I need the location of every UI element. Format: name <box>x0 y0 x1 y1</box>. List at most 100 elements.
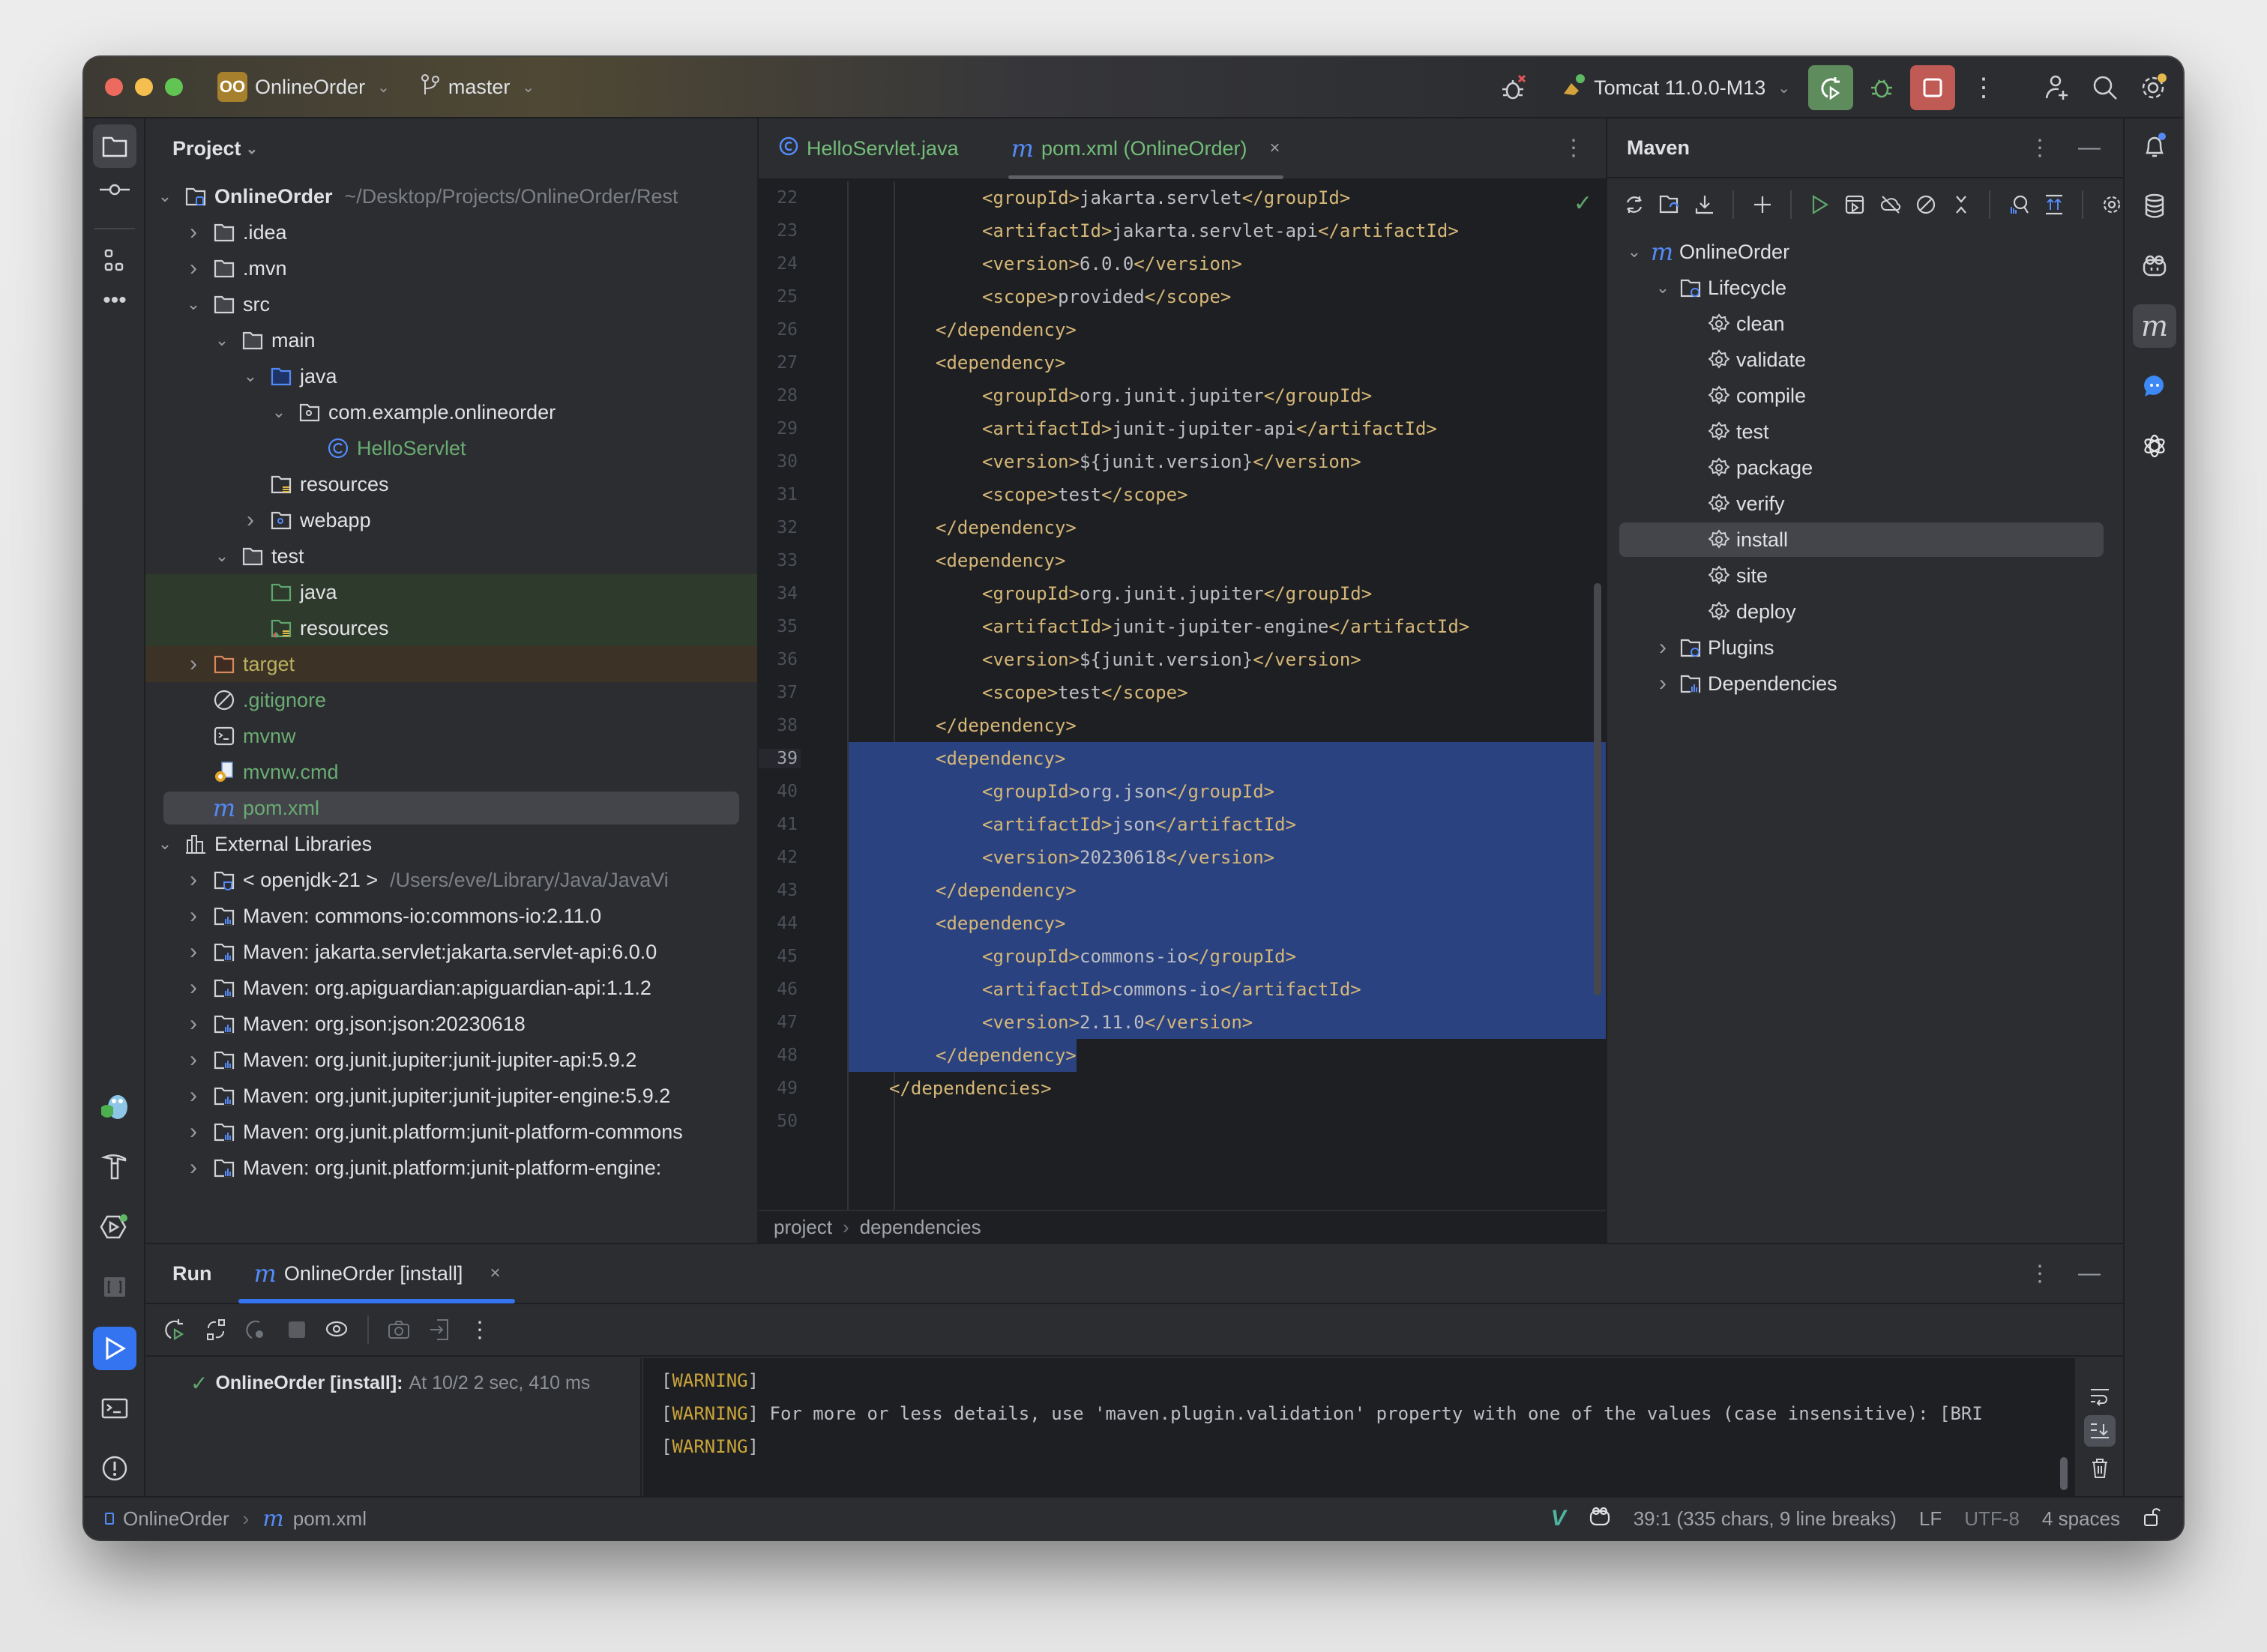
run-options-button[interactable]: ⋮ <box>2029 1261 2051 1287</box>
code-line[interactable]: 28 <groupId>org.junit.jupiter</groupId> <box>759 379 1606 412</box>
code-line[interactable]: 48 </dependency> <box>759 1039 1606 1072</box>
maven-goal-verify[interactable]: verify <box>1607 486 2123 522</box>
chevron-right-icon[interactable]: › <box>184 903 202 929</box>
project-tool-button[interactable] <box>93 124 136 168</box>
code-line[interactable]: 40 <groupId>org.json</groupId> <box>759 775 1606 808</box>
maven-goal-site[interactable]: site <box>1607 558 2123 594</box>
chevron-right-icon[interactable]: › <box>1654 671 1672 696</box>
code-line[interactable]: 29 <artifactId>junit-jupiter-api</artifac… <box>759 412 1606 445</box>
chevron-right-icon[interactable]: › <box>241 507 259 533</box>
code-line[interactable]: 47 <version>2.11.0</version> <box>759 1006 1606 1039</box>
project-tree-item[interactable]: resources <box>145 466 757 502</box>
code-line[interactable]: 31 <scope>test</scope> <box>759 478 1606 511</box>
project-tree-item[interactable]: › target <box>145 646 757 682</box>
zoom-window-button[interactable] <box>165 78 183 96</box>
close-tab-icon[interactable]: × <box>490 1263 500 1284</box>
chevron-right-icon[interactable]: › <box>184 975 202 1001</box>
code-line[interactable]: 39 <dependency> <box>759 742 1606 775</box>
unlock-icon[interactable] <box>2143 1505 2161 1533</box>
code-line[interactable]: 45 <groupId>commons-io</groupId> <box>759 940 1606 973</box>
chevron-right-icon[interactable]: › <box>184 1047 202 1073</box>
rerun-button[interactable] <box>1808 65 1853 110</box>
eye-icon[interactable] <box>322 1315 352 1345</box>
maven-goal-compile[interactable]: compile <box>1607 378 2123 414</box>
file-encoding[interactable]: UTF-8 <box>1964 1507 2020 1531</box>
project-tree-item[interactable]: › Maven: jakarta.servlet:jakarta.servlet-… <box>145 934 757 970</box>
settings-button[interactable] <box>2134 68 2173 107</box>
rerun-icon[interactable] <box>160 1315 190 1345</box>
project-tree-item[interactable]: HelloServlet <box>145 430 757 466</box>
maven-goal-validate[interactable]: validate <box>1607 342 2123 378</box>
project-tree-item[interactable]: ⌄ com.example.onlineorder <box>145 394 757 430</box>
project-tree-item[interactable]: mvnw <box>145 718 757 754</box>
stop-button[interactable] <box>1910 65 1955 110</box>
maven-tree-item[interactable]: ⌄ Lifecycle <box>1607 270 2123 306</box>
project-tree-item[interactable]: › .mvn <box>145 250 757 286</box>
tab-helloservlet[interactable]: HelloServlet.java <box>759 118 978 179</box>
code-line[interactable]: 37 <scope>test</scope> <box>759 676 1606 709</box>
build-tool-button[interactable] <box>93 1145 136 1189</box>
more-tools-button[interactable]: ••• <box>93 279 136 322</box>
breadcrumb-project[interactable]: project <box>774 1216 832 1239</box>
project-tree-item[interactable]: ⌄ test <box>145 538 757 574</box>
project-switcher[interactable]: OO OnlineOrder ⌄ <box>217 72 390 102</box>
code-line[interactable]: 27 <dependency> <box>759 346 1606 379</box>
indent-setting[interactable]: 4 spaces <box>2042 1507 2120 1531</box>
maven-options-button[interactable]: ⋮ <box>2029 135 2051 161</box>
code-line[interactable]: 30 <version>${junit.version}</version> <box>759 445 1606 478</box>
services-tool-button[interactable] <box>93 1205 136 1249</box>
download-icon[interactable] <box>1693 190 1716 219</box>
minimize-window-button[interactable] <box>135 78 153 96</box>
project-tree-item[interactable]: m pom.xml <box>145 790 757 826</box>
editor-scrollbar[interactable] <box>1594 583 1601 995</box>
more-icon[interactable]: ⋮ <box>465 1315 495 1345</box>
execute-goal-icon[interactable] <box>1843 190 1867 219</box>
project-tree-item[interactable]: resources <box>145 610 757 646</box>
debug-disabled-button[interactable] <box>1495 68 1534 107</box>
maven-goal-package[interactable]: package <box>1607 450 2123 486</box>
reload-icon[interactable] <box>1622 190 1646 219</box>
breadcrumb-dependencies[interactable]: dependencies <box>860 1216 981 1239</box>
run-icon[interactable] <box>1808 190 1831 219</box>
project-tree-item[interactable]: ⌄ main <box>145 322 757 358</box>
maven-goal-install[interactable]: install <box>1607 522 2123 558</box>
show-dependencies-icon[interactable] <box>2042 190 2065 219</box>
maven-goal-clean[interactable]: clean <box>1607 306 2123 342</box>
project-tree-item[interactable]: › webapp <box>145 502 757 538</box>
console-scrollbar[interactable] <box>2060 1457 2068 1490</box>
chevron-right-icon[interactable]: › <box>184 867 202 893</box>
generate-sources-icon[interactable] <box>1658 190 1681 219</box>
clear-console-button[interactable] <box>2084 1453 2116 1484</box>
copilot-status-icon[interactable] <box>1589 1506 1611 1532</box>
hide-panel-button[interactable]: — <box>2078 135 2101 161</box>
project-tree-item[interactable]: › Maven: org.junit.jupiter:junit-jupiter-… <box>145 1042 757 1078</box>
add-icon[interactable] <box>1750 190 1774 219</box>
project-tree-item[interactable]: › Maven: org.junit.platform:junit-platfor… <box>145 1150 757 1186</box>
project-tree-item[interactable]: › Maven: org.junit.jupiter:junit-jupiter-… <box>145 1078 757 1114</box>
scroll-to-end-button[interactable] <box>2084 1415 2116 1447</box>
code-line[interactable]: 23 <artifactId>jakarta.servlet-api</artif… <box>759 214 1606 247</box>
caret-position[interactable]: 39:1 (335 chars, 9 line breaks) <box>1634 1507 1897 1531</box>
run-configuration-selector[interactable]: Tomcat 11.0.0-M13 ⌄ <box>1561 73 1790 103</box>
analyze-dependencies-icon[interactable] <box>2007 190 2030 219</box>
copilot-button[interactable] <box>2133 244 2176 288</box>
project-tree-item[interactable]: .gitignore <box>145 682 757 718</box>
maven-tree-item[interactable]: › Plugins <box>1607 630 2123 666</box>
chevron-down-icon[interactable]: ⌄ <box>156 834 174 854</box>
chevron-down-icon[interactable]: ⌄ <box>156 187 174 206</box>
code-line[interactable]: 32 </dependency> <box>759 511 1606 544</box>
run-tab-install[interactable]: m OnlineOrder [install] × <box>238 1243 516 1303</box>
add-user-button[interactable] <box>2038 68 2077 107</box>
code-line[interactable]: 44 <dependency> <box>759 907 1606 940</box>
chevron-right-icon[interactable]: › <box>184 1155 202 1181</box>
code-line[interactable]: 26 </dependency> <box>759 313 1606 346</box>
branch-switcher[interactable]: master ⌄ <box>420 73 535 101</box>
project-tree-item[interactable]: › Maven: org.junit.platform:junit-platfor… <box>145 1114 757 1150</box>
chevron-down-icon[interactable]: ⌄ <box>1625 242 1643 262</box>
soft-wrap-button[interactable] <box>2084 1381 2116 1412</box>
commit-tool-button[interactable] <box>93 168 136 211</box>
chevron-right-icon[interactable]: › <box>184 256 202 281</box>
terminal-plugin-button[interactable] <box>93 1265 136 1309</box>
code-line[interactable]: 43 </dependency> <box>759 874 1606 907</box>
hide-run-panel-button[interactable]: — <box>2078 1261 2101 1287</box>
